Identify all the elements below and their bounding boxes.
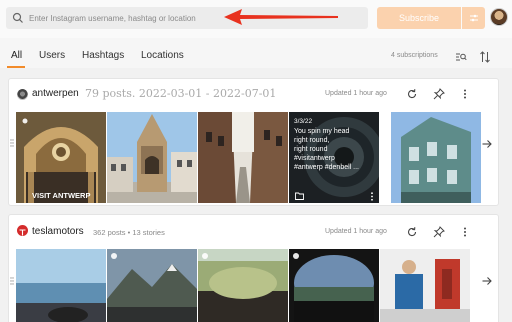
refresh-icon[interactable] [406,226,418,238]
arrow-right-icon[interactable] [481,275,493,287]
mountain-photo [107,249,197,322]
post-thumbnail[interactable] [107,112,197,203]
post-thumbnail[interactable] [380,249,470,322]
pin-icon[interactable] [433,88,445,100]
refresh-icon[interactable] [406,88,418,100]
search-icon [12,12,23,23]
photo-caption: VISIT ANTWERP [32,191,91,200]
tab-locations[interactable]: Locations [141,50,184,61]
feed-name[interactable]: antwerpen [32,88,79,99]
subscribe-button[interactable]: Subscribe [377,7,461,29]
feed-card-header: teslamotors 362 posts • 13 stories Updat… [9,215,498,245]
top-bar: Subscribe [0,0,512,38]
feed-avatar [17,89,28,100]
garage-photo [380,249,470,322]
station-photo [16,112,106,203]
search-list-icon[interactable] [455,51,467,63]
alley-photo [198,112,288,203]
tab-hashtags[interactable]: Hashtags [82,50,124,61]
feed-avatar [17,225,28,236]
caption-line: You spin my head [294,128,350,135]
sort-icon[interactable] [479,51,491,63]
facade-photo [391,112,481,203]
post-thumbnail[interactable]: 3/3/22 You spin my head right round, rig… [289,112,379,203]
feed-updated: Updated 1 hour ago [325,228,387,235]
subscribe-options-button[interactable] [462,7,485,29]
caption-line: right round, [294,137,330,144]
caption-line: #visitantwerp [294,155,335,162]
windshield-photo [289,249,379,322]
post-thumbnail[interactable] [289,249,379,322]
subscription-count: 4 subscriptions [391,52,438,59]
post-thumbnail[interactable] [107,249,197,322]
more-options-icon[interactable] [459,226,471,238]
caption-line: right round [294,146,328,153]
tesla-logo-icon [19,229,26,236]
feed-card-header: antwerpen 79 posts. 2022-03-01 - 2022-07… [9,79,498,109]
arrow-right-icon[interactable] [481,138,493,150]
cathedral-photo [107,112,197,203]
video-indicator [202,253,208,259]
post-thumbnail[interactable] [198,112,288,203]
active-tab-indicator [7,66,25,68]
tab-all[interactable]: All [11,50,22,61]
feed-updated: Updated 1 hour ago [325,90,387,97]
video-indicator [293,253,299,259]
annotation-arrow [224,9,338,25]
feed-name[interactable]: teslamotors [32,226,84,237]
post-thumbnail[interactable] [198,249,288,322]
drag-handle-icon[interactable] [10,277,14,285]
tab-users[interactable]: Users [39,50,65,61]
feed-card-antwerpen: antwerpen 79 posts. 2022-03-01 - 2022-07… [8,78,499,206]
folder-icon [295,192,304,200]
post-caption: You spin my head right round, right roun… [294,127,359,172]
post-thumbnail[interactable] [16,249,106,322]
post-more-icon[interactable] [370,192,374,201]
post-thumbnail[interactable]: VISIT ANTWERP [16,112,106,203]
pin-icon[interactable] [433,226,445,238]
more-options-icon[interactable] [459,88,471,100]
drag-handle-icon[interactable] [10,139,14,147]
sliders-icon [469,14,478,22]
post-thumbnail[interactable] [391,112,481,203]
feed-card-teslamotors: teslamotors 362 posts • 13 stories Updat… [8,214,499,322]
lake-photo [16,249,106,322]
valley-photo [198,249,288,322]
feed-meta: 362 posts • 13 stories [93,228,165,237]
post-date: 3/3/22 [294,118,313,125]
video-indicator [111,253,117,259]
user-avatar[interactable] [490,8,508,26]
feed-meta: 79 posts. 2022-03-01 - 2022-07-01 [85,87,277,100]
caption-line: #antwerp #denbell ... [294,164,359,171]
